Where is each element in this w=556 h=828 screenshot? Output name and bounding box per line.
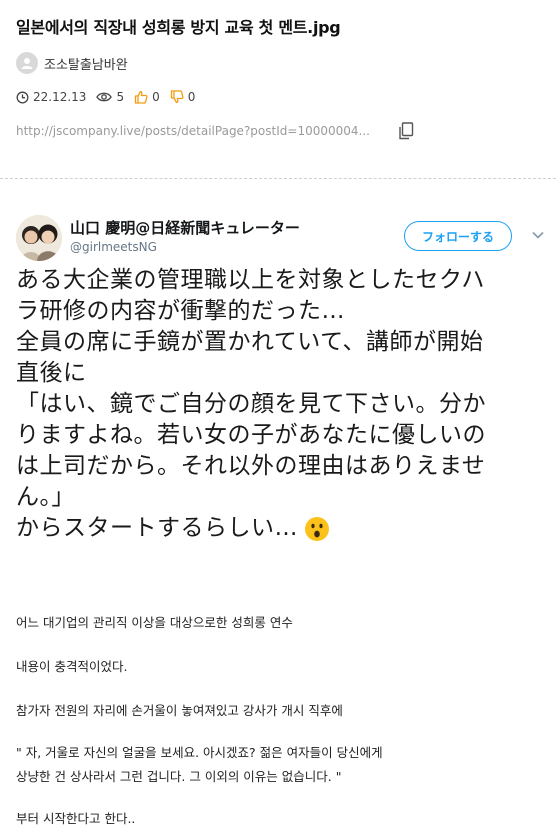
- tweet-author-name: 山口 慶明@日経新聞キュレーター: [70, 219, 300, 237]
- follow-button[interactable]: フォローする: [404, 221, 512, 251]
- chevron-down-icon[interactable]: [532, 231, 544, 239]
- surprised-face-emoji-icon: [305, 516, 329, 541]
- tweet-text: ある大企業の管理職以上を対象としたセクハ ラ研修の内容が衝撃的だった… 全員の席…: [16, 265, 550, 544]
- thumbs-down-icon: [170, 90, 184, 104]
- body-quote-line: " 자, 거울로 자신의 얼굴을 보세요. 아시겠죠? 젊은 여자들이 당신에게: [16, 745, 383, 760]
- tweet-line-last: からスタートするらしい…: [16, 513, 550, 544]
- copy-icon[interactable]: [398, 122, 414, 140]
- post-meta: 22.12.13 5 0 0: [16, 90, 205, 104]
- tweet-line: からスタートするらしい…: [16, 515, 298, 541]
- tweet-handle: @girlmeetsNG: [70, 240, 157, 254]
- body-paragraph: 어느 대기업의 관리직 이상을 대상으로한 성희롱 연수: [16, 615, 293, 630]
- dislike-count: 0: [187, 90, 196, 104]
- thumbs-up-icon: [134, 90, 148, 104]
- tweet-line: りますよね。若い女の子があなたに優しいの: [16, 422, 486, 448]
- like-count: 0: [152, 90, 160, 104]
- tweet-avatar: [16, 215, 62, 261]
- tweet-line: ラ研修の内容が衝撃的だった…: [16, 298, 345, 324]
- post-url-row: http://jscompany.live/posts/detailPage?p…: [16, 122, 416, 140]
- post-date: 22.12.13: [33, 90, 87, 104]
- tweet-line: 直後に: [16, 360, 87, 386]
- tweet-line: ん。」: [16, 484, 75, 510]
- post-title: 일본에서의 직장내 성희롱 방지 교육 첫 멘트.jpg: [16, 18, 341, 37]
- avatar[interactable]: [16, 52, 38, 74]
- tweet-line: は上司だから。それ以外の理由はありえませ: [16, 453, 486, 479]
- body-paragraph: 부터 시작한다고 한다..: [16, 811, 136, 826]
- clock-icon: [16, 91, 29, 103]
- tweet-line: ある大企業の管理職以上を対象としたセクハ: [16, 267, 485, 293]
- dislike-button[interactable]: 0: [170, 90, 196, 104]
- author-name[interactable]: 조소탈출남바완: [44, 54, 128, 73]
- body-paragraph: 내용이 충격적이었다.: [16, 659, 128, 674]
- body-paragraph: 참가자 전원의 자리에 손거울이 놓여져있고 강사가 개시 직후에: [16, 703, 343, 718]
- body-quote-line: 상냥한 건 상사라서 그런 겁니다. 그 이외의 이유는 없습니다. ": [16, 769, 342, 784]
- post-url[interactable]: http://jscompany.live/posts/detailPage?p…: [16, 124, 386, 138]
- eye-icon: [96, 92, 113, 102]
- tweet-line: 全員の席に手鏡が置かれていて、講師が開始: [16, 329, 484, 355]
- tweet-image: 山口 慶明@日経新聞キュレーター @girlmeetsNG フォローする ある大…: [10, 205, 550, 565]
- like-button[interactable]: 0: [134, 90, 160, 104]
- author-row[interactable]: 조소탈출남바완: [16, 52, 128, 74]
- profile-photo-icon: [16, 215, 62, 261]
- user-icon: [21, 58, 33, 69]
- view-count: 5: [116, 90, 125, 104]
- tweet-line: 「はい、鏡でご自分の顔を見て下さい。分か: [16, 391, 486, 417]
- divider: [0, 178, 556, 179]
